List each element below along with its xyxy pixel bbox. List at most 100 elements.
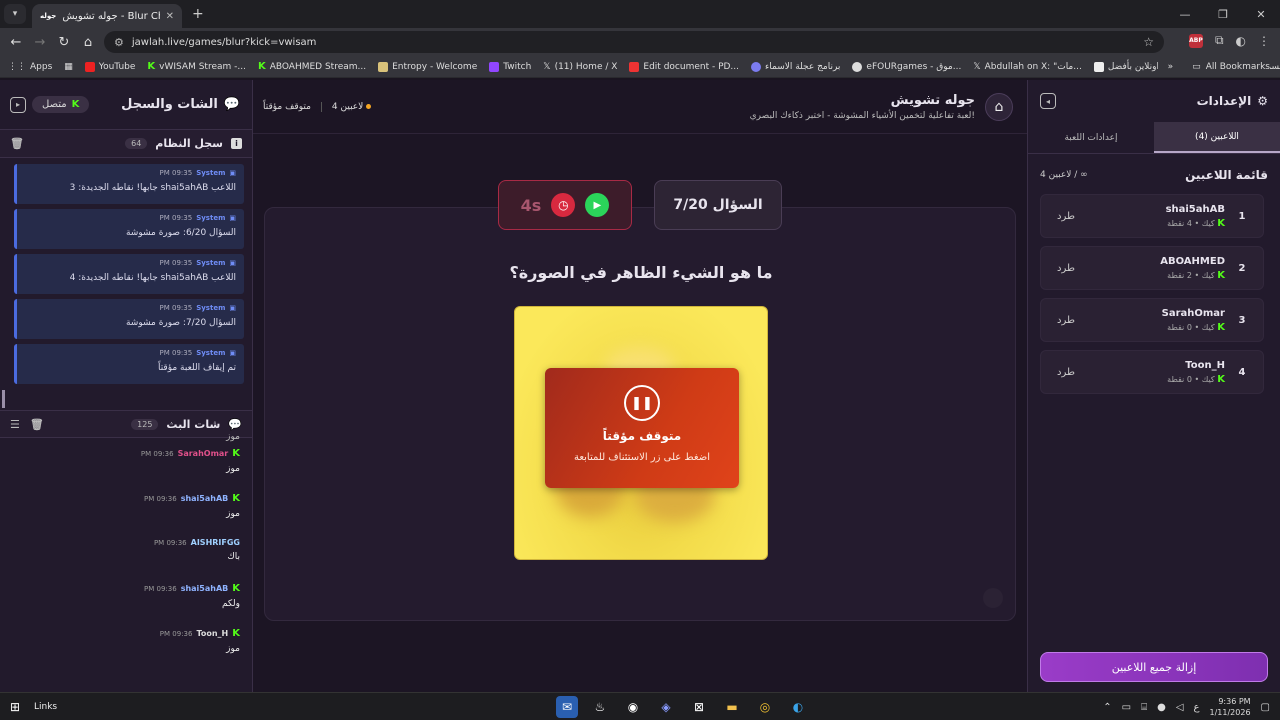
collapse-panel-icon[interactable]: ◂ bbox=[1040, 93, 1056, 109]
grid-icon: ▦ bbox=[64, 61, 73, 72]
message-icon: ▣ bbox=[229, 214, 236, 222]
mic-icon[interactable]: ● bbox=[1157, 702, 1166, 713]
clock[interactable]: 9:36 PM 1/11/2026 bbox=[1210, 696, 1251, 718]
windows-start-icon[interactable]: ⊞ bbox=[0, 700, 30, 714]
extensions-icon[interactable]: ⧉ bbox=[1215, 33, 1224, 48]
new-tab-icon[interactable]: + bbox=[192, 6, 204, 22]
chat-message: K SarahOmar 09:36 PM موز bbox=[140, 448, 240, 474]
trash-icon[interactable]: 🗑 bbox=[30, 418, 44, 431]
edge-icon[interactable]: ◐ bbox=[787, 696, 809, 718]
bookmark-edit-doc[interactable]: Edit document - PD... bbox=[629, 61, 739, 72]
resume-button[interactable]: ▶ bbox=[585, 193, 610, 217]
bookmarks-bar: ⋮⋮ Apps ▦ YouTube KvWISAM Stream -... K AB… bbox=[0, 56, 1280, 78]
settings-title: الإعدادات bbox=[1196, 94, 1252, 108]
kick-icon: K bbox=[1217, 217, 1225, 229]
timer-seconds: 4s bbox=[520, 195, 542, 215]
kick-icon: K bbox=[257, 61, 266, 72]
forward-icon[interactable]: → bbox=[28, 35, 52, 50]
scrollbar[interactable] bbox=[2, 390, 5, 408]
bookmark-youtube[interactable]: YouTube bbox=[84, 61, 135, 72]
players-list-title: قائمة اللاعبين bbox=[1185, 168, 1268, 182]
collapse-panel-icon[interactable]: ▸ bbox=[10, 96, 26, 113]
close-window-icon[interactable]: ✕ bbox=[1242, 0, 1280, 28]
browser-tab[interactable]: جوله جوله تشويش - Blur Challenge | ✕ bbox=[32, 4, 182, 28]
remove-all-players-button[interactable]: إزالة جميع اللاعبين bbox=[1040, 652, 1268, 682]
home-button[interactable]: ⌂ bbox=[985, 92, 1013, 121]
minimize-icon[interactable]: — bbox=[1166, 0, 1204, 28]
reload-icon[interactable]: ↻ bbox=[52, 35, 76, 50]
system-log-title: سجل النظام bbox=[155, 137, 223, 150]
bookmark-entropy[interactable]: Entropy - Welcome bbox=[378, 61, 477, 72]
apps-grid-icon: ⋮⋮ bbox=[8, 61, 26, 72]
obs-icon[interactable]: ◉ bbox=[622, 696, 644, 718]
notifications-icon[interactable]: ▢ bbox=[1261, 702, 1270, 713]
extensions-area: ABP ⧉ ◐ ⋮ bbox=[1188, 33, 1270, 48]
system-log-list[interactable]: ▣ System 09:35 PM اللاعب shai5ahAB جابها! … bbox=[0, 158, 252, 402]
player-name: SarahOmar bbox=[1161, 307, 1225, 319]
paused-hint: اضغط على زر الاستئناف للمتابعة bbox=[573, 452, 711, 463]
pause-icon: ❚❚ bbox=[624, 385, 660, 421]
player-row: طرد Toon_H K كيك • 0 نقطة 4 bbox=[1040, 350, 1264, 394]
bookmark-grid[interactable]: ▦ bbox=[64, 62, 73, 72]
trash-icon[interactable]: 🗑 bbox=[10, 137, 24, 150]
bookmark-x-home[interactable]: 𝕏 (11) Home / X bbox=[543, 62, 617, 72]
blurred-image: ❚❚ متوقف مؤقتاً اضغط على زر الاستئناف لل… bbox=[514, 306, 768, 560]
back-icon[interactable]: ← bbox=[4, 35, 28, 50]
game-title: جوله تشويش bbox=[890, 92, 975, 108]
kick-player-button[interactable]: طرد bbox=[1051, 211, 1166, 222]
corner-button[interactable] bbox=[983, 588, 1003, 608]
question-counter: السؤال 7/20 bbox=[654, 180, 782, 230]
discord-icon[interactable]: ◈ bbox=[655, 696, 677, 718]
battery-icon[interactable]: ▭ bbox=[1122, 702, 1131, 713]
shop-icon bbox=[1093, 61, 1104, 72]
chat-header: ▸ متصل K الشات والسجل 💬 bbox=[0, 80, 252, 130]
url-bar[interactable]: ⚙ jawlah.live/games/blur?kick=vwisam ☆ bbox=[104, 31, 1164, 53]
close-tab-icon[interactable]: ✕ bbox=[166, 11, 174, 22]
timer-clock-button[interactable]: ◷ bbox=[551, 193, 576, 217]
chat-message: AISHRIFGG 09:36 PM باك bbox=[153, 538, 240, 562]
kick-icon: K bbox=[1217, 321, 1225, 333]
tab-game-settings[interactable]: إعدادات اللعبة bbox=[1028, 122, 1154, 153]
links-toolbar[interactable]: Links bbox=[34, 702, 57, 712]
system-log-header: 🗑 64 سجل النظام i bbox=[0, 130, 252, 158]
app-root: ▸ متصل K الشات والسجل 💬 🗑 64 سجل النظام … bbox=[0, 80, 1280, 692]
kick-player-button[interactable]: طرد bbox=[1051, 315, 1162, 326]
tab-players[interactable]: اللاعبين (4) bbox=[1154, 122, 1280, 153]
home-icon[interactable]: ⌂ bbox=[76, 35, 100, 50]
efour-icon bbox=[852, 61, 863, 72]
site-info-icon[interactable]: ⚙ bbox=[114, 36, 124, 49]
bookmark-vwisam[interactable]: KvWISAM Stream -... bbox=[147, 61, 246, 72]
xbox-icon[interactable]: ⊠ bbox=[688, 696, 710, 718]
browser-menu-icon[interactable]: ⋮ bbox=[1258, 34, 1270, 48]
tab-search-button[interactable]: ▾ bbox=[4, 4, 26, 24]
restore-icon[interactable]: ❐ bbox=[1204, 0, 1242, 28]
bookmark-efour[interactable]: eFOURgames - موق... bbox=[852, 61, 961, 72]
file-explorer-icon[interactable]: ▬ bbox=[721, 696, 743, 718]
profile-icon[interactable]: ◐ bbox=[1236, 34, 1246, 48]
partial-message: موز bbox=[226, 432, 240, 442]
game-stage: ما هو الشيء الظاهر في الصورة؟ ❚❚ متوقف م… bbox=[264, 207, 1016, 621]
adblock-icon[interactable]: ABP bbox=[1188, 33, 1203, 48]
chrome-icon[interactable]: ◎ bbox=[754, 696, 776, 718]
all-bookmarks[interactable]: » ▭ All Bookmarks bbox=[1157, 56, 1270, 77]
kick-player-button[interactable]: طرد bbox=[1051, 367, 1167, 378]
tray-chevron-icon[interactable]: ⌃ bbox=[1103, 702, 1111, 713]
taskbar: ⊞ Links ✉ ♨ ◉ ◈ ⊠ ▬ ◎ ◐ ⌃ ▭ ⌸ ● ◁ ع 9:36… bbox=[0, 692, 1280, 720]
steam-icon[interactable]: ♨ bbox=[589, 696, 611, 718]
tab-favicon: جوله bbox=[40, 12, 57, 20]
align-left-icon[interactable]: ☰ bbox=[10, 418, 20, 431]
stream-chat-list[interactable]: موز K SarahOmar 09:36 PM موز Kshai5ahAB 09:… bbox=[0, 432, 252, 673]
kick-player-button[interactable]: طرد bbox=[1051, 263, 1160, 274]
system-tray: ⌃ ▭ ⌸ ● ◁ ع 9:36 PM 1/11/2026 ▢ bbox=[1103, 693, 1270, 720]
input-language[interactable]: ع bbox=[1194, 702, 1200, 713]
chat-message: Kshai5ahAB 09:36 PM موز bbox=[144, 493, 240, 519]
bookmark-star-icon[interactable]: ☆ bbox=[1143, 35, 1154, 49]
bookmark-apps[interactable]: ⋮⋮ Apps bbox=[8, 62, 52, 72]
network-icon[interactable]: ⌸ bbox=[1141, 702, 1147, 713]
bookmark-twitch[interactable]: Twitch bbox=[489, 61, 531, 72]
bookmark-abdullah[interactable]: 𝕏 Abdullah on X: "مات... bbox=[973, 62, 1082, 72]
bookmark-wheel[interactable]: برنامج عجلة الاسماء bbox=[751, 61, 840, 72]
mail-icon[interactable]: ✉ bbox=[556, 696, 578, 718]
volume-icon[interactable]: ◁ bbox=[1176, 702, 1184, 713]
bookmark-aboahmed[interactable]: K ABOAHMED Stream... bbox=[258, 61, 366, 72]
